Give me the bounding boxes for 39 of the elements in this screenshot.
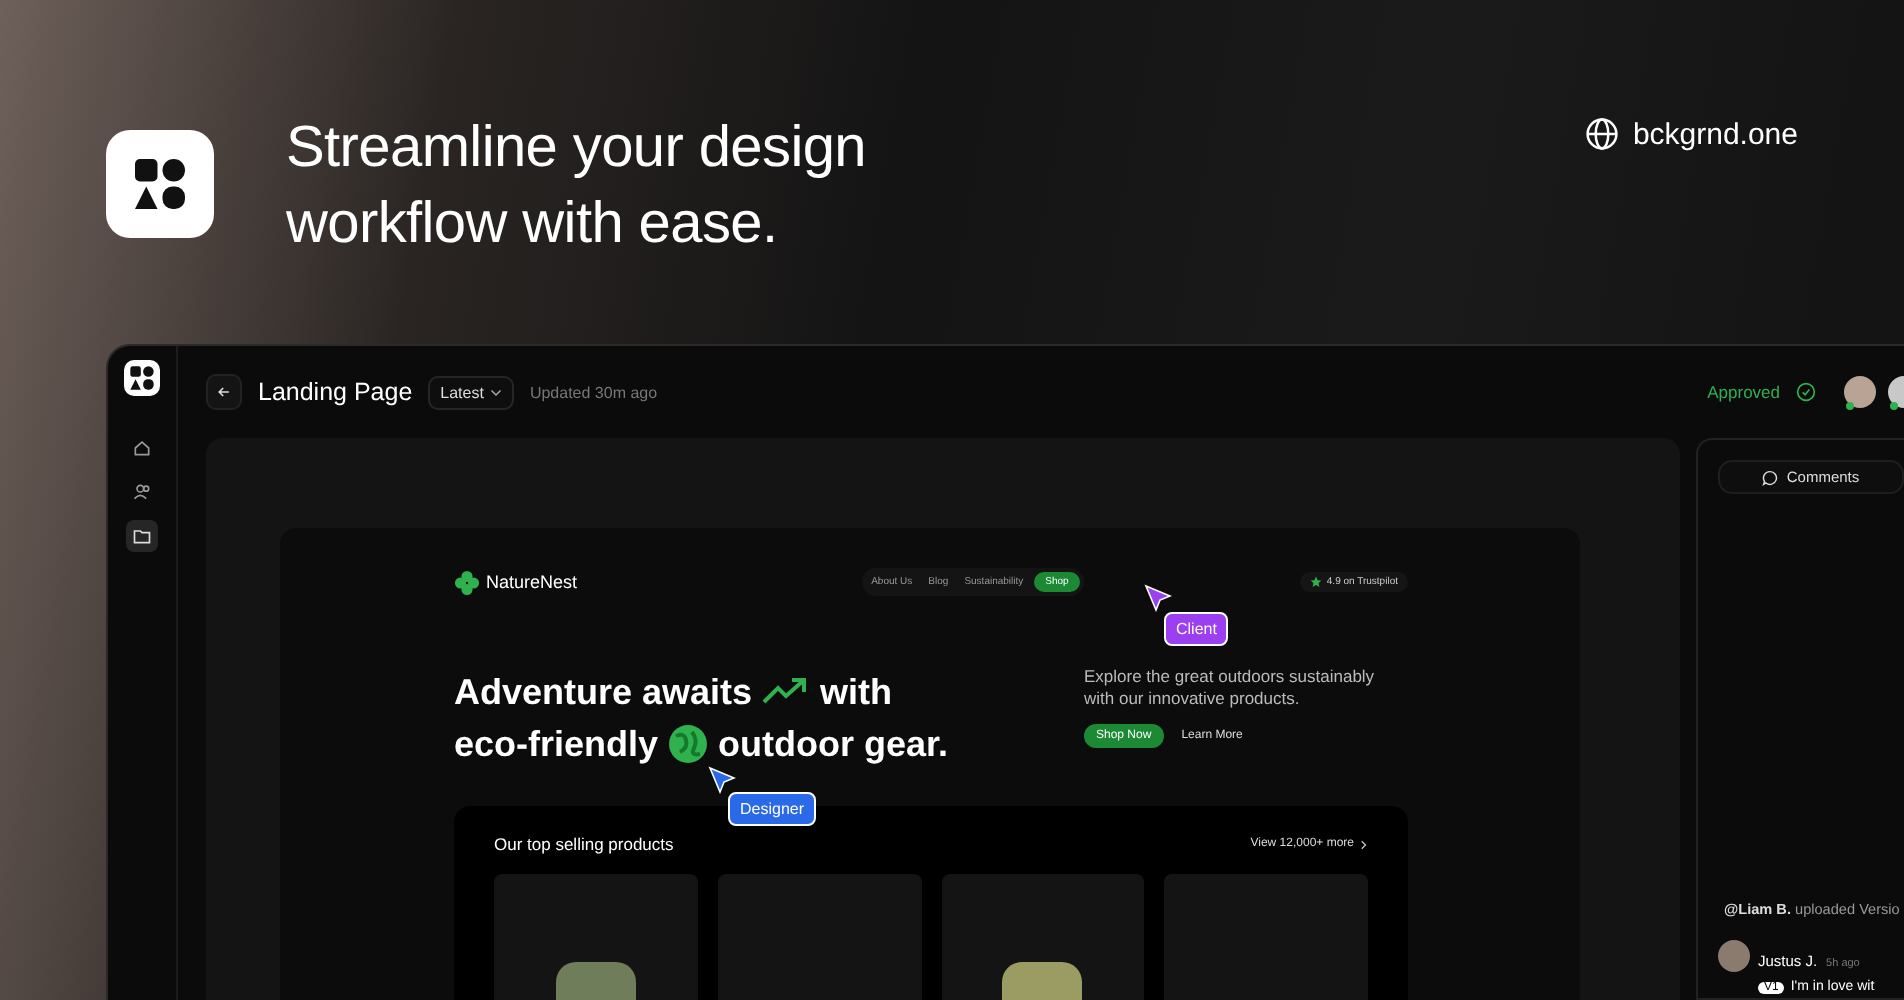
hero-headline: Adventure awaits: [454, 671, 753, 713]
product-card[interactable]: [494, 874, 698, 1000]
trend-up-icon: [762, 678, 811, 706]
cursor-label: Designer: [728, 792, 817, 826]
brand-name: NatureNest: [486, 572, 578, 592]
home-icon: [132, 438, 152, 458]
avatar[interactable]: [1844, 376, 1876, 408]
product-card[interactable]: [941, 874, 1145, 1000]
back-button[interactable]: [206, 374, 242, 410]
updated-time: Updated 30m ago: [529, 383, 658, 401]
globe-icon: [1584, 116, 1621, 152]
website-link[interactable]: bckgrnd.one: [1632, 117, 1798, 151]
hero-headline: with: [820, 671, 893, 713]
chevron-right-icon: [1358, 839, 1368, 849]
chevron-down-icon: [489, 386, 502, 398]
globe-icon: [668, 724, 709, 764]
star-icon: [1310, 576, 1323, 588]
logo-icon: [106, 130, 214, 238]
pointer-icon: [708, 766, 736, 794]
headline: Streamline your design: [286, 114, 866, 184]
folder-icon: [132, 526, 152, 546]
approval-status: Approved: [1707, 382, 1780, 402]
pointer-icon: [1144, 584, 1172, 612]
cursor-label: Client: [1164, 612, 1229, 646]
app-logo-icon: [124, 360, 160, 396]
leaf-logo-icon: [454, 569, 480, 595]
headline: workflow with ease.: [286, 190, 780, 260]
comment-icon: [1762, 469, 1779, 485]
check-circle-icon: [1796, 382, 1816, 402]
intro-text: Explore the great outdoors sustainably with our innovative products.: [1084, 666, 1377, 710]
version-dropdown[interactable]: Latest: [428, 375, 514, 409]
avatar: [1718, 940, 1750, 972]
section-title: Our top selling products: [494, 834, 674, 854]
arrow-left-icon: [216, 384, 232, 400]
users-icon: [132, 482, 152, 502]
page-title: Landing Page: [258, 378, 413, 406]
hero-headline: outdoor gear.: [718, 723, 949, 765]
hero-headline: eco-friendly: [454, 723, 659, 765]
folder-nav-item[interactable]: [126, 520, 158, 552]
